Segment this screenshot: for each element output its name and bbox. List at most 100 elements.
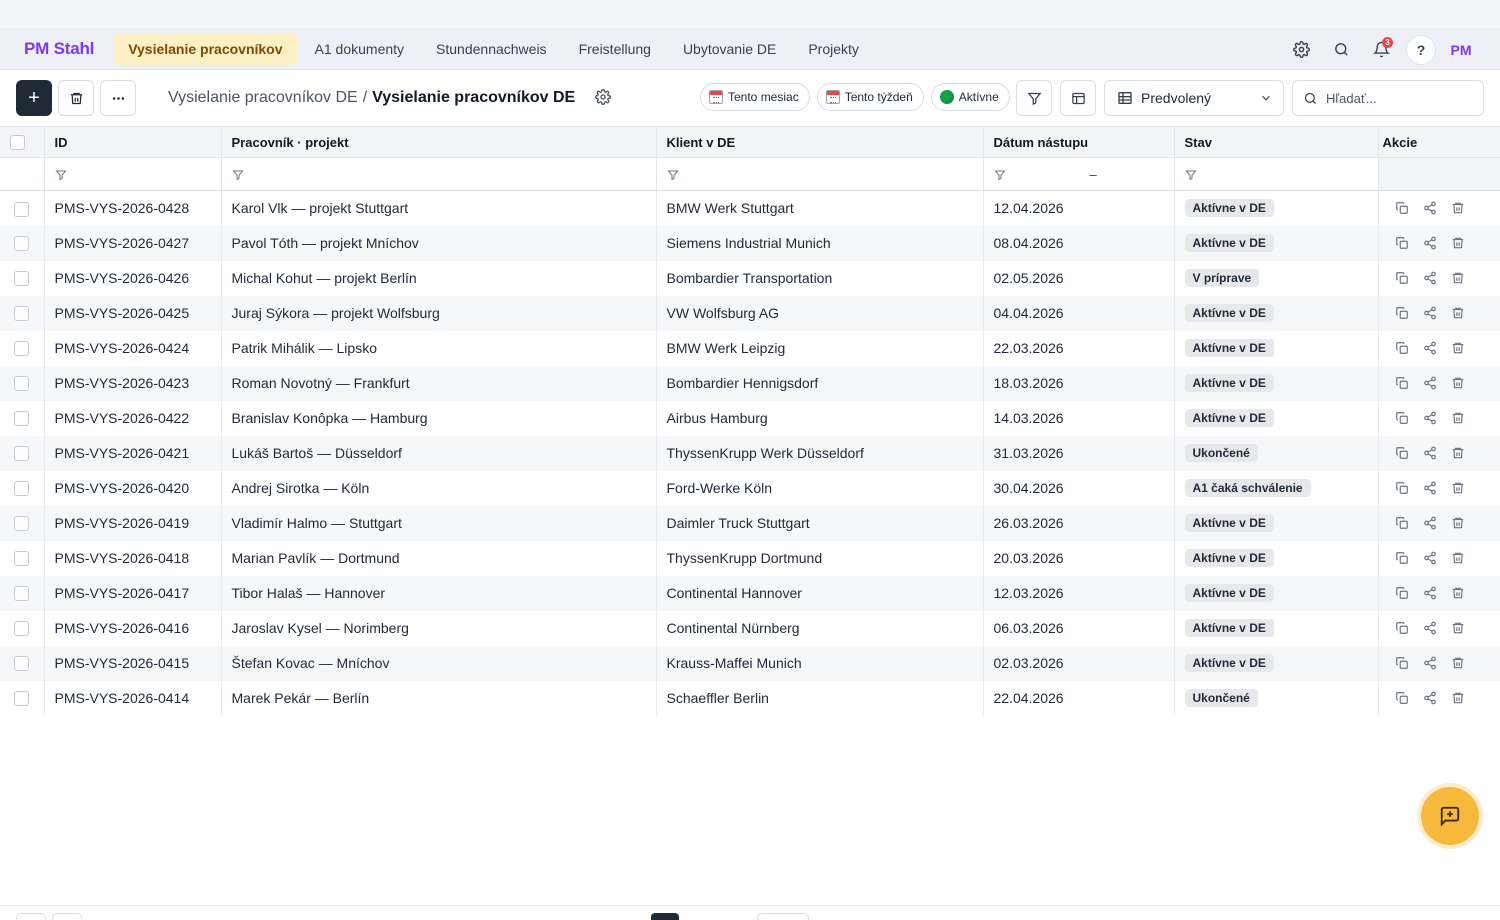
filter-cell-id[interactable] — [44, 157, 222, 191]
copy-icon[interactable] — [1395, 236, 1409, 250]
trash-icon[interactable] — [1451, 516, 1465, 530]
row-checkbox[interactable] — [14, 446, 29, 462]
pagination-current-page[interactable] — [651, 913, 679, 920]
row-checkbox[interactable] — [14, 411, 29, 427]
columns-layout-button[interactable] — [1060, 80, 1096, 116]
view-settings-gear-icon[interactable] — [595, 89, 613, 107]
cell-id[interactable]: PMS-VYS-2026-0428 — [44, 190, 222, 226]
search-input[interactable] — [1326, 90, 1466, 106]
copy-icon[interactable] — [1395, 551, 1409, 565]
nav-tab-freistellung[interactable]: Freistellung — [565, 33, 665, 66]
cell-id[interactable]: PMS-VYS-2026-0425 — [44, 295, 222, 331]
cell-id[interactable]: PMS-VYS-2026-0418 — [44, 540, 222, 576]
share-icon[interactable] — [1423, 691, 1437, 705]
view-preset-select[interactable]: Predvolený — [1104, 80, 1284, 116]
filter-button[interactable] — [1016, 80, 1052, 116]
table-row[interactable]: PMS-VYS-2026-0428 Karol Vlk — projekt Stu… — [0, 190, 1500, 226]
trash-icon[interactable] — [1451, 586, 1465, 600]
cell-id[interactable]: PMS-VYS-2026-0414 — [44, 680, 222, 716]
chip-this-month[interactable]: Tento mesiac — [700, 83, 810, 111]
copy-icon[interactable] — [1395, 621, 1409, 635]
trash-icon[interactable] — [1451, 446, 1465, 460]
cell-id[interactable]: PMS-VYS-2026-0426 — [44, 260, 222, 296]
trash-icon[interactable] — [1451, 481, 1465, 495]
column-filter-icon[interactable] — [231, 169, 244, 181]
table-row[interactable]: PMS-VYS-2026-0424 Patrik Mihálik — Lipsko… — [0, 330, 1500, 366]
trash-icon[interactable] — [1451, 691, 1465, 705]
breadcrumb-parent[interactable]: Vysielanie pracovníkov DE — [168, 89, 358, 107]
share-icon[interactable] — [1423, 656, 1437, 670]
trash-icon[interactable] — [1451, 236, 1465, 250]
column-filter-icon[interactable] — [1184, 169, 1197, 181]
cell-id[interactable]: PMS-VYS-2026-0423 — [44, 365, 222, 401]
copy-icon[interactable] — [1395, 411, 1409, 425]
table-row[interactable]: PMS-VYS-2026-0423 Roman Novotný — Frankfu… — [0, 365, 1500, 401]
table-row[interactable]: PMS-VYS-2026-0420 Andrej Sirotka — Köln Fo… — [0, 470, 1500, 506]
column-header-client[interactable]: Klient v DE — [656, 126, 984, 158]
table-row[interactable]: PMS-VYS-2026-0418 Marian Pavlík — Dortmun… — [0, 540, 1500, 576]
share-icon[interactable] — [1423, 201, 1437, 215]
filter-cell-status[interactable] — [1174, 157, 1379, 191]
copy-icon[interactable] — [1395, 446, 1409, 460]
column-header-worker[interactable]: Pracovník · projekt — [221, 126, 657, 158]
trash-icon[interactable] — [1451, 376, 1465, 390]
filter-cell-start-date[interactable]: – — [983, 157, 1175, 191]
share-icon[interactable] — [1423, 446, 1437, 460]
settings-gear-icon[interactable] — [1286, 35, 1316, 65]
share-icon[interactable] — [1423, 481, 1437, 495]
trash-icon[interactable] — [1451, 341, 1465, 355]
trash-icon[interactable] — [1451, 621, 1465, 635]
copy-icon[interactable] — [1395, 481, 1409, 495]
cell-id[interactable]: PMS-VYS-2026-0427 — [44, 225, 222, 261]
row-checkbox[interactable] — [14, 551, 29, 567]
trash-icon[interactable] — [1451, 201, 1465, 215]
table-row[interactable]: PMS-VYS-2026-0419 Vladimír Halmo — Stuttg… — [0, 505, 1500, 541]
column-filter-icon[interactable] — [54, 169, 67, 181]
row-checkbox[interactable] — [14, 236, 29, 252]
table-row[interactable]: PMS-VYS-2026-0427 Pavol Tóth — projekt Mn… — [0, 225, 1500, 261]
share-icon[interactable] — [1423, 236, 1437, 250]
trash-icon[interactable] — [1451, 656, 1465, 670]
row-checkbox[interactable] — [14, 271, 29, 287]
copy-icon[interactable] — [1395, 516, 1409, 530]
share-icon[interactable] — [1423, 271, 1437, 285]
copy-icon[interactable] — [1395, 306, 1409, 320]
user-avatar[interactable]: PM — [1446, 42, 1476, 58]
pagination-first-button[interactable] — [16, 913, 46, 920]
column-header-start-date[interactable]: Dátum nástupu — [983, 126, 1175, 158]
copy-icon[interactable] — [1395, 586, 1409, 600]
cell-id[interactable]: PMS-VYS-2026-0419 — [44, 505, 222, 541]
feedback-fab-button[interactable] — [1421, 787, 1479, 845]
nav-tab-ubytovanie[interactable]: Ubytovanie DE — [669, 33, 790, 66]
brand-logo[interactable]: PM Stahl — [24, 39, 94, 59]
filter-cell-worker[interactable] — [221, 157, 657, 191]
filter-cell-client[interactable] — [656, 157, 984, 191]
nav-tab-vysielanie[interactable]: Vysielanie pracovníkov — [114, 32, 297, 66]
trash-icon[interactable] — [1451, 306, 1465, 320]
copy-icon[interactable] — [1395, 656, 1409, 670]
row-checkbox[interactable] — [14, 481, 29, 497]
trash-icon[interactable] — [1451, 411, 1465, 425]
table-row[interactable]: PMS-VYS-2026-0417 Tibor Halaš — Hannover C… — [0, 575, 1500, 611]
column-filter-icon[interactable] — [993, 169, 1006, 181]
copy-icon[interactable] — [1395, 341, 1409, 355]
row-checkbox[interactable] — [14, 656, 29, 672]
cell-id[interactable]: PMS-VYS-2026-0422 — [44, 400, 222, 436]
table-row[interactable]: PMS-VYS-2026-0415 Štefan Kovac — Mníchov K… — [0, 645, 1500, 681]
row-checkbox[interactable] — [14, 586, 29, 602]
notifications-bell-icon[interactable]: 3 — [1366, 35, 1396, 65]
row-checkbox[interactable] — [14, 376, 29, 392]
row-checkbox[interactable] — [14, 306, 29, 322]
add-record-button[interactable]: + — [16, 80, 52, 116]
pagination-prev-button[interactable] — [52, 913, 82, 920]
table-row[interactable]: PMS-VYS-2026-0421 Lukáš Bartoš — Düsseldo… — [0, 435, 1500, 471]
help-button[interactable]: ? — [1406, 34, 1436, 65]
column-header-status[interactable]: Stav — [1174, 126, 1379, 158]
row-checkbox[interactable] — [14, 341, 29, 357]
copy-icon[interactable] — [1395, 271, 1409, 285]
nav-tab-projekty[interactable]: Projekty — [794, 33, 873, 66]
chip-active[interactable]: Aktívne — [930, 83, 1010, 111]
row-checkbox[interactable] — [14, 516, 29, 532]
column-filter-icon[interactable] — [666, 169, 679, 181]
cell-id[interactable]: PMS-VYS-2026-0415 — [44, 645, 222, 681]
